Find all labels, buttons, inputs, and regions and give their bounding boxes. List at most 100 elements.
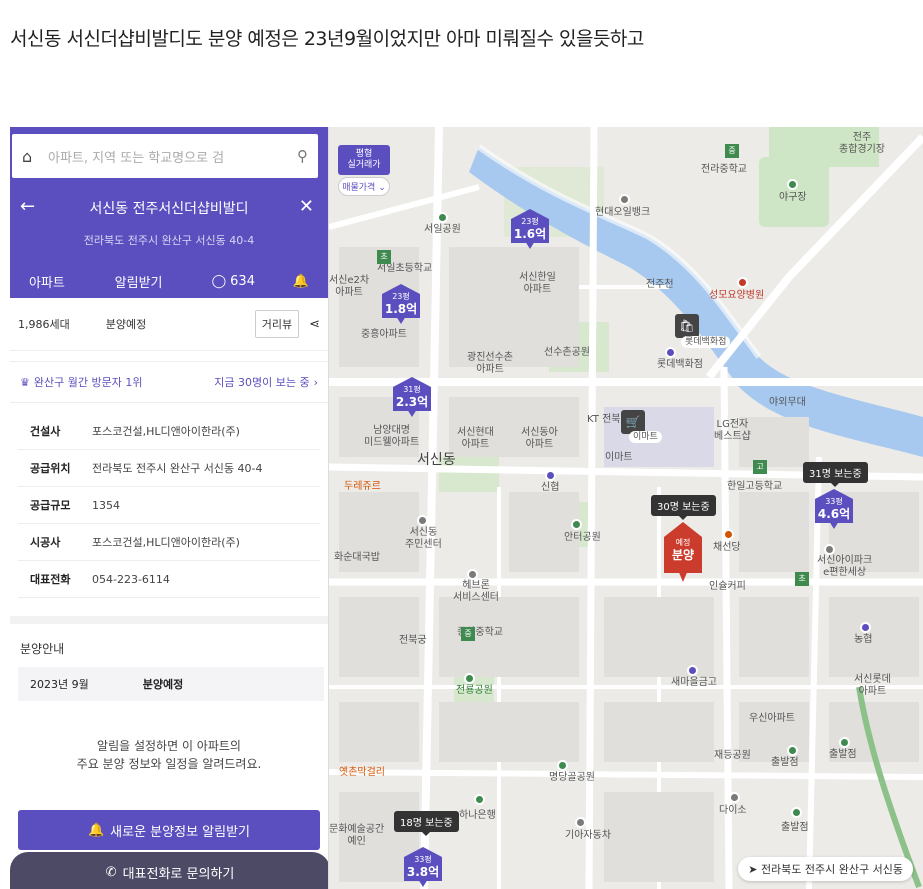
gas-station-icon — [619, 194, 630, 205]
park-poi-icon — [557, 760, 568, 771]
department-store-pin-icon[interactable]: 🛍 — [675, 314, 699, 338]
map-view[interactable]: 평형 실거래가 매물가격 ⌄ 서신동 서일공원 현대오일뱅크 전라중학교 전주 … — [329, 127, 923, 889]
map-label-daiso: 다이소 — [719, 805, 747, 816]
bank-icon — [860, 622, 871, 633]
map-label-hwamun: 화순대국밥 — [334, 552, 380, 563]
map-label-seoil-park: 서일공원 — [424, 224, 461, 235]
complex-name: 서신동 전주서신더샵비발디 — [89, 201, 249, 217]
map-label-gwangjin: 광진선수촌 아파트 — [467, 352, 513, 375]
tab-alert[interactable]: 알림받기 — [84, 264, 194, 298]
map-label-lg: LG전자 베스트샵 — [714, 419, 751, 442]
header-tabs: 아파트 알림받기 ◯ 634 🔔 — [10, 264, 328, 298]
call-inquiry-button[interactable]: ✆ 대표전화로 문의하기 — [10, 852, 328, 889]
visitor-rank-row[interactable]: ♛ 완산구 월간 방문자 1위 지금 30명이 보는 중 › — [10, 361, 328, 403]
back-arrow-icon[interactable]: ← — [20, 196, 35, 217]
map-label-jaedeung: 재등공원 — [714, 750, 751, 761]
current-location-bar[interactable]: ➤ 전라북도 전주시 완산구 서신동 — [738, 857, 913, 881]
price-type-dropdown[interactable]: 매물가격 ⌄ — [338, 177, 390, 196]
share-icon[interactable]: ⋖ — [309, 317, 320, 332]
map-label-kt: KT 전북 — [587, 414, 621, 425]
map-label-emart: 이마트 — [605, 452, 633, 463]
info-row: 공급규모 1354 — [18, 487, 320, 524]
map-label-seoshin-ipark: 서신아이파크 e편한세상 — [817, 555, 873, 578]
info-value[interactable]: 054-223-6114 — [92, 573, 170, 586]
shop-icon — [729, 792, 740, 803]
park-poi-icon — [437, 212, 448, 223]
price-filter-chip[interactable]: 평형 실거래가 매물가격 ⌄ — [338, 145, 390, 196]
info-row: 시공사 포스코건설,HL디앤아이한라(주) — [18, 524, 320, 561]
search-bar: ⌂ 아파트, 지역 또는 학교명으로 검 ⚲ — [10, 127, 328, 184]
comment-icon: ◯ — [211, 273, 227, 289]
comment-count: 634 — [230, 273, 255, 289]
viewer-count-tag: 18명 보는중 — [394, 811, 459, 836]
department-store-icon — [665, 347, 676, 358]
info-value: 1354 — [92, 498, 120, 512]
restaurant-icon — [723, 529, 734, 540]
price-type-dropdown-label: 매물가격 — [342, 183, 376, 193]
rank-label: 완산구 월간 방문자 1위 — [33, 376, 143, 389]
start-point-icon — [839, 737, 850, 748]
sale-info-title: 분양안내 — [20, 642, 65, 656]
office-icon — [417, 515, 428, 526]
info-key: 공급규모 — [30, 499, 71, 512]
map-label-yasan: 야외무대 — [769, 397, 806, 408]
close-icon[interactable]: ✕ — [299, 196, 314, 217]
school-flag-icon: 고 — [753, 460, 767, 474]
app-window: 평형 실거래가 매물가격 ⌄ 서신동 서일공원 현대오일뱅크 전라중학교 전주 … — [10, 127, 923, 889]
marker-price: 4.6억 — [817, 507, 851, 521]
search-input[interactable]: ⌂ 아파트, 지역 또는 학교명으로 검 ⚲ — [12, 134, 318, 178]
tab-apartment[interactable]: 아파트 — [10, 264, 84, 298]
info-row: 공급위치 전라북도 전주시 완산구 서신동 40-4 — [18, 450, 320, 487]
map-label-jeonryong: 전룡공원 — [456, 685, 493, 696]
phone-icon: ✆ — [105, 864, 117, 880]
street-view-button[interactable]: 거리뷰 — [254, 310, 300, 338]
chevron-down-icon: ⌄ — [378, 183, 386, 193]
map-label-seoshin-dong: 서신동 — [417, 452, 456, 468]
map-label-hanil-high: 한일고등학교 — [727, 481, 783, 492]
subscribe-alert-button[interactable]: 🔔 새로운 분양정보 알림받기 — [18, 810, 320, 850]
info-value: 전라북도 전주시 완산구 서신동 40-4 — [92, 462, 263, 475]
price-chip-line1: 평형 — [355, 149, 373, 159]
info-table: 건설사 포스코건설,HL디앤아이한라(주) 공급위치 전라북도 전주시 완산구 … — [10, 413, 328, 598]
marker-price: 1.8억 — [384, 302, 418, 316]
chevron-right-icon: › — [313, 375, 318, 389]
marker-size: 예정 — [675, 538, 691, 547]
search-placeholder: 아파트, 지역 또는 학교명으로 검 — [48, 150, 225, 166]
map-label-usin: 우신아파트 — [749, 713, 795, 724]
map-label-dure: 두레쥬르 — [344, 481, 381, 492]
marker-size: 23평 — [521, 217, 539, 226]
info-row: 건설사 포스코건설,HL디앤아이한라(주) — [18, 413, 320, 450]
bank-icon — [474, 794, 485, 805]
info-key: 건설사 — [30, 425, 61, 438]
school-flag-icon: 초 — [377, 250, 391, 264]
park-poi-icon — [464, 673, 475, 684]
map-label-jungheung: 중흥아파트 — [361, 329, 407, 340]
school-flag-icon: 초 — [795, 572, 809, 586]
location-arrow-icon: ➤ — [748, 863, 758, 876]
call-inquiry-label: 대표전화로 문의하기 — [122, 866, 235, 882]
map-label-jeonju-middle: 전라중학교 — [701, 164, 747, 175]
emart-tag: 이마트 — [629, 431, 662, 443]
search-icon[interactable]: ⚲ — [297, 147, 308, 165]
service-center-icon — [467, 569, 478, 580]
home-icon[interactable]: ⌂ — [22, 147, 42, 166]
info-value: 포스코건설,HL디앤아이한라(주) — [92, 536, 240, 549]
sale-date: 2023년 9월 — [30, 678, 89, 691]
map-label-inseul: 인슐커피 — [709, 581, 746, 592]
start-point-icon — [791, 807, 802, 818]
price-chip-line2: 실거래가 — [347, 160, 381, 170]
map-label-hebrew: 헤브론 서비스센터 — [453, 580, 499, 603]
bell-icon[interactable]: 🔔 — [273, 264, 328, 298]
map-label-stadium: 전주 종합경기장 — [839, 132, 885, 155]
info-key: 대표전화 — [30, 573, 71, 586]
map-label-nonghyup: 농협 — [854, 634, 873, 645]
map-label-saemaul: 새마을금고 — [671, 677, 717, 688]
map-label-jaeseondang: 채선당 — [713, 542, 741, 553]
tab-comments[interactable]: ◯ 634 — [193, 264, 273, 298]
car-dealer-icon — [575, 817, 586, 828]
marker-price: 1.6억 — [513, 227, 547, 241]
marker-size: 23평 — [392, 292, 410, 301]
map-label-yetchon: 옛촌막걸리 — [339, 767, 385, 778]
complex-header: ← 서신동 전주서신더샵비발디 ✕ 전라북도 전주시 완산구 서신동 40-4 … — [10, 184, 328, 298]
park-poi-icon — [571, 519, 582, 530]
